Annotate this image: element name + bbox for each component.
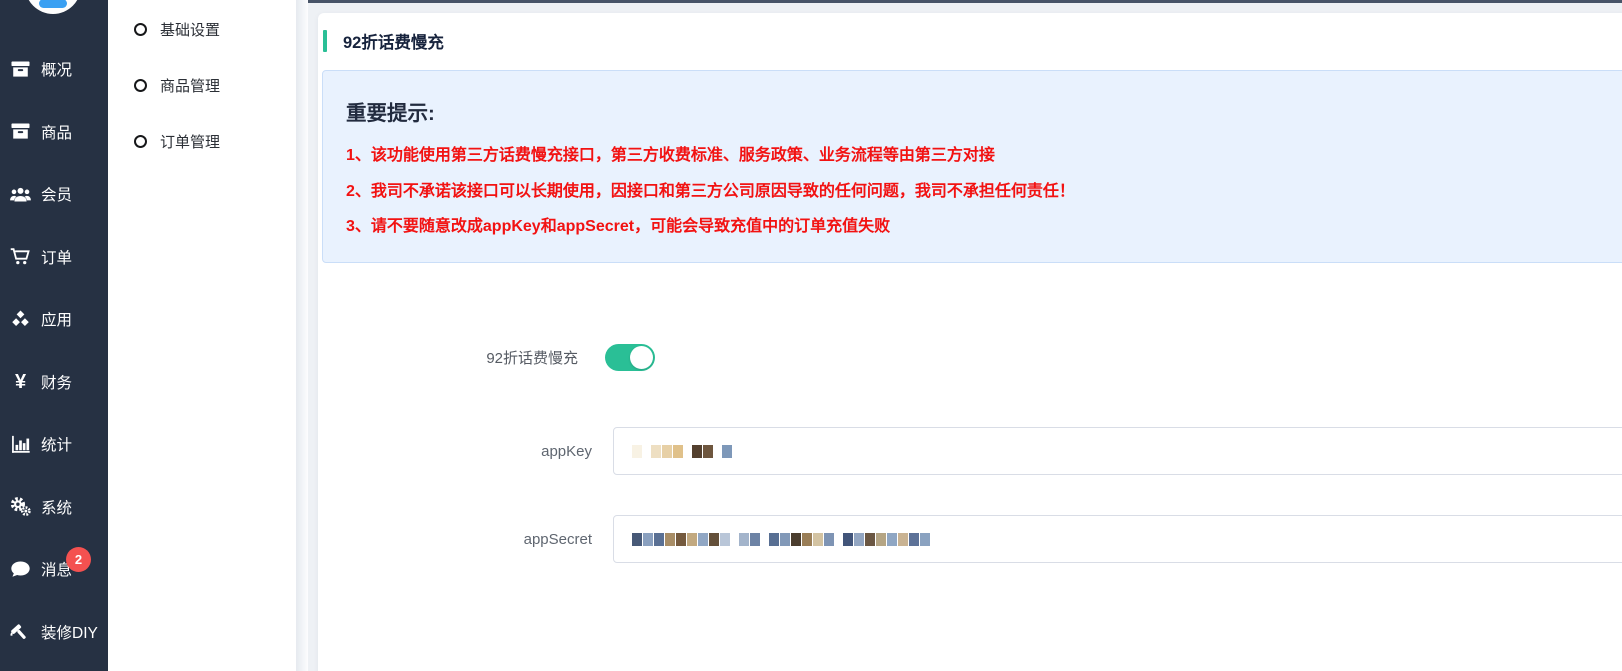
- sidebar-item-finance[interactable]: ¥ 财务: [0, 351, 108, 414]
- chart-bar-icon: [9, 433, 32, 456]
- submenu-item-label: 商品管理: [160, 75, 220, 96]
- sidebar-item-stats[interactable]: 统计: [0, 413, 108, 476]
- secondary-sidebar: 基础设置 商品管理 订单管理: [108, 0, 306, 671]
- users-icon: [9, 183, 32, 206]
- yen-icon: ¥: [9, 370, 32, 393]
- sidebar-item-messages[interactable]: 消息 2: [0, 538, 108, 601]
- submenu-item-label: 基础设置: [160, 19, 220, 40]
- appkey-label: appKey: [318, 443, 592, 460]
- sidebar-item-label: 订单: [41, 246, 72, 268]
- circle-bullet-icon: [134, 79, 147, 92]
- submenu-item-basic-settings[interactable]: 基础设置: [108, 1, 306, 57]
- alert-title: 重要提示:: [346, 96, 1622, 126]
- appsecret-input[interactable]: [613, 515, 1622, 563]
- box-icon: [9, 58, 32, 81]
- main-content: 92折话费慢充 重要提示: 1、该功能使用第三方话费慢充接口，第三方收费标准、服…: [306, 0, 1622, 671]
- scrollbar-gutter[interactable]: [296, 0, 308, 671]
- sidebar-item-apps[interactable]: 应用: [0, 288, 108, 351]
- alert-line: 1、该功能使用第三方话费慢充接口，第三方收费标准、服务政策、业务流程等由第三方对…: [346, 147, 1622, 164]
- alert-line: 2、我司不承诺该接口可以长期使用，因接口和第三方公司原因导致的任何问题，我司不承…: [346, 183, 1622, 200]
- appsecret-row: appSecret: [318, 515, 1622, 563]
- masked-value: [632, 533, 931, 546]
- sidebar-item-label: 商品: [41, 121, 72, 143]
- cubes-icon: [9, 308, 32, 331]
- page-title: 92折话费慢充: [343, 29, 444, 53]
- sidebar-item-label: 概况: [41, 58, 72, 80]
- gavel-icon: [9, 620, 32, 643]
- primary-sidebar: 概况 商品 会员: [0, 0, 108, 671]
- logo-glyph: [39, 0, 67, 8]
- masked-value: [632, 445, 733, 458]
- sidebar-item-system[interactable]: 系统: [0, 476, 108, 539]
- sidebar-item-label: 装修DIY: [41, 621, 98, 643]
- feature-toggle-switch[interactable]: [605, 344, 655, 371]
- sidebar-item-label: 会员: [41, 183, 72, 205]
- sidebar-item-orders[interactable]: 订单: [0, 226, 108, 289]
- alert-line: 3、请不要随意改成appKey和appSecret，可能会导致充值中的订单充值失…: [346, 218, 1622, 235]
- settings-card: 92折话费慢充 重要提示: 1、该功能使用第三方话费慢充接口，第三方收费标准、服…: [318, 13, 1622, 671]
- box-icon: [9, 120, 32, 143]
- sidebar-item-members[interactable]: 会员: [0, 163, 108, 226]
- appkey-input[interactable]: [613, 427, 1622, 475]
- sidebar-item-label: 应用: [41, 308, 72, 330]
- submenu-item-label: 订单管理: [160, 131, 220, 152]
- app-logo[interactable]: [25, 0, 81, 14]
- message-count-badge: 2: [66, 547, 91, 572]
- submenu-item-goods-management[interactable]: 商品管理: [108, 57, 306, 113]
- submenu-item-order-management[interactable]: 订单管理: [108, 113, 306, 169]
- appkey-row: appKey: [318, 427, 1622, 475]
- cart-icon: [9, 245, 32, 268]
- sidebar-item-diy[interactable]: 装修DIY: [0, 601, 108, 664]
- logo-area: [0, 0, 108, 38]
- toggle-row: 92折话费慢充: [318, 343, 1622, 371]
- circle-bullet-icon: [134, 23, 147, 36]
- gears-icon: [9, 495, 32, 518]
- comment-icon: [9, 558, 32, 581]
- sidebar-item-label: 系统: [41, 496, 72, 518]
- admin-app: 概况 商品 会员: [0, 0, 1622, 671]
- sidebar-item-overview[interactable]: 概况: [0, 38, 108, 101]
- card-title-row: 92折话费慢充: [323, 29, 444, 53]
- title-accent-bar: [323, 30, 327, 52]
- sidebar-item-goods[interactable]: 商品: [0, 101, 108, 164]
- circle-bullet-icon: [134, 135, 147, 148]
- toggle-knob: [630, 346, 653, 369]
- important-notice-alert: 重要提示: 1、该功能使用第三方话费慢充接口，第三方收费标准、服务政策、业务流程…: [322, 70, 1622, 263]
- sidebar-item-label: 统计: [41, 433, 72, 455]
- sidebar-item-label: 财务: [41, 371, 72, 393]
- appsecret-label: appSecret: [318, 531, 592, 548]
- toggle-label: 92折话费慢充: [318, 347, 592, 368]
